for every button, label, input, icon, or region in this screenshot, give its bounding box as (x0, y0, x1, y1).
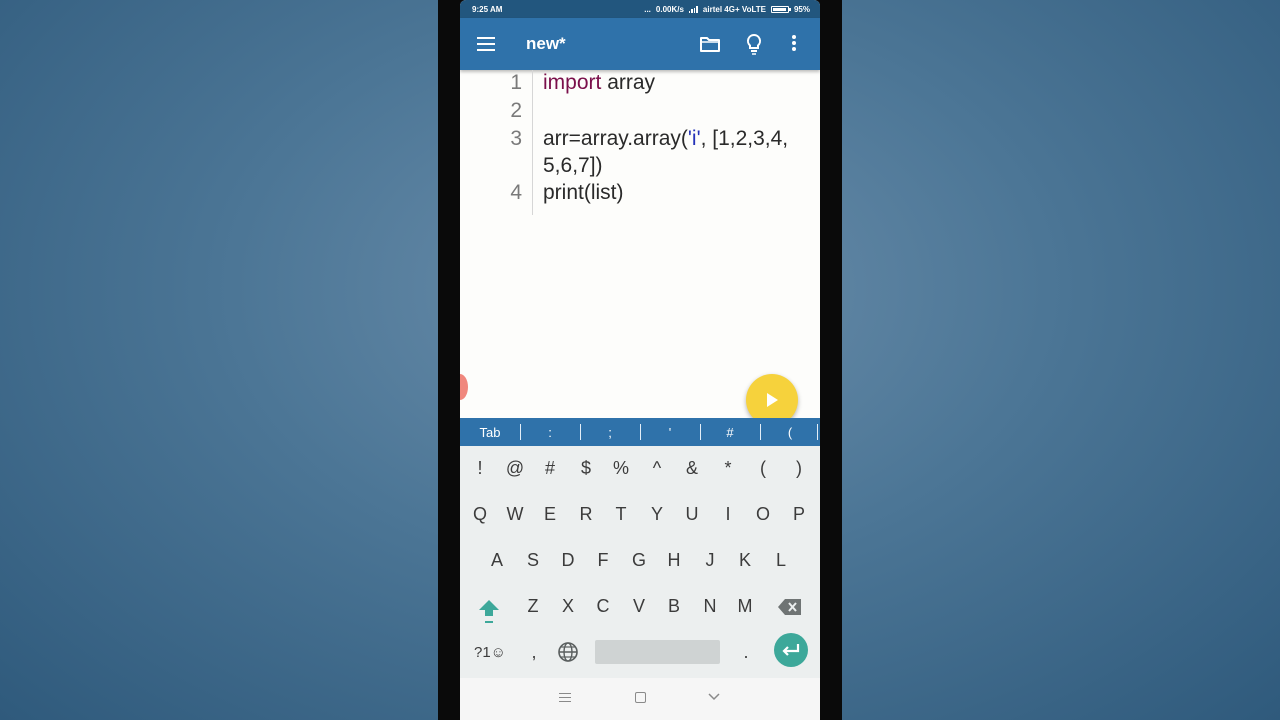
key[interactable]: $ (568, 448, 604, 488)
symbol-key-quote[interactable]: ' (640, 418, 700, 446)
back-chevron-icon[interactable] (707, 690, 721, 704)
file-title: new* (526, 34, 566, 53)
key[interactable]: & (674, 448, 710, 488)
backspace-icon[interactable] (777, 598, 803, 616)
period-key[interactable]: . (728, 632, 764, 672)
key[interactable]: Q (462, 494, 498, 534)
gutter-divider (532, 70, 533, 215)
globe-icon[interactable] (557, 641, 579, 663)
more-vertical-icon[interactable] (790, 35, 798, 53)
signal-icon (688, 5, 698, 13)
status-indicators: ... 0.00K/s airtel 4G+ VoLTE 95% (644, 5, 810, 14)
phone-screen: 9:25 AM ... 0.00K/s airtel 4G+ VoLTE 95%… (460, 0, 820, 720)
key[interactable]: R (568, 494, 604, 534)
line-number: 2 (510, 99, 522, 122)
hamburger-menu-icon[interactable] (477, 37, 495, 51)
key[interactable]: T (603, 494, 639, 534)
string-literal: 'i' (687, 127, 701, 150)
status-time: 9:25 AM (472, 4, 503, 14)
key[interactable]: @ (497, 448, 533, 488)
code-line-3-wrap[interactable]: 5,6,7]) (543, 154, 603, 178)
system-nav-bar (460, 678, 820, 720)
comma-key[interactable]: , (516, 632, 552, 672)
key[interactable]: N (692, 586, 728, 626)
symbol-bar: Tab : ; ' # ( (460, 418, 820, 446)
key[interactable]: Y (639, 494, 675, 534)
home-square-icon[interactable] (635, 692, 646, 703)
soft-keyboard: ! @ # $ % ^ & * ( ) Q W E R T Y U I O P … (460, 446, 820, 678)
play-icon (767, 393, 778, 407)
key[interactable]: G (621, 540, 657, 580)
symbol-key-tab[interactable]: Tab (460, 418, 520, 446)
key[interactable]: C (585, 586, 621, 626)
key[interactable]: B (656, 586, 692, 626)
keyword: import (543, 71, 602, 94)
code-editor[interactable]: 1 import array 2 3 arr=array.array('i', … (460, 70, 820, 418)
status-dots: ... (644, 4, 651, 14)
key[interactable]: E (532, 494, 568, 534)
key[interactable]: % (603, 448, 639, 488)
key[interactable]: D (550, 540, 586, 580)
code-line-3[interactable]: arr=array.array('i', [1,2,3,4, (543, 127, 788, 151)
key[interactable]: V (621, 586, 657, 626)
symbol-key-hash[interactable]: # (700, 418, 760, 446)
key[interactable]: ( (745, 448, 781, 488)
key[interactable]: * (710, 448, 746, 488)
key[interactable]: X (550, 586, 586, 626)
key[interactable]: ^ (639, 448, 675, 488)
key[interactable]: S (515, 540, 551, 580)
line-number: 4 (510, 181, 522, 204)
carrier-label: airtel 4G+ VoLTE (702, 4, 766, 14)
battery-icon (770, 5, 791, 13)
key[interactable]: M (727, 586, 763, 626)
key[interactable]: L (763, 540, 799, 580)
shift-arrow-icon[interactable] (476, 596, 502, 626)
key[interactable]: # (532, 448, 568, 488)
key[interactable]: K (727, 540, 763, 580)
battery-percent: 95% (793, 4, 810, 14)
enter-key[interactable] (774, 633, 808, 667)
symbol-key-semicolon[interactable]: ; (580, 418, 640, 446)
key[interactable]: I (710, 494, 746, 534)
code-text: arr=array.array( (543, 127, 688, 150)
symbols-key[interactable]: ?1☺ (470, 639, 510, 665)
network-speed: 0.00K/s (655, 4, 684, 14)
app-bar: new* (460, 18, 820, 70)
key[interactable]: W (497, 494, 533, 534)
symbol-key-colon[interactable]: : (520, 418, 580, 446)
status-bar: 9:25 AM ... 0.00K/s airtel 4G+ VoLTE 95% (460, 0, 820, 18)
key[interactable]: P (781, 494, 817, 534)
line-number: 3 (510, 127, 522, 150)
enter-arrow-icon (782, 644, 800, 656)
key[interactable]: ! (462, 448, 498, 488)
code-line-4[interactable]: print(list) (543, 181, 624, 205)
key[interactable]: U (674, 494, 710, 534)
lightbulb-icon[interactable] (745, 33, 763, 55)
code-text: array (601, 71, 656, 94)
code-text: , [1,2,3,4, (700, 127, 789, 150)
key[interactable]: O (745, 494, 781, 534)
key[interactable]: H (656, 540, 692, 580)
key[interactable]: A (479, 540, 515, 580)
recent-apps-icon[interactable] (559, 693, 571, 703)
line-number: 1 (510, 71, 522, 94)
key[interactable]: F (585, 540, 621, 580)
key[interactable]: ) (781, 448, 817, 488)
folder-icon[interactable] (700, 36, 720, 52)
key[interactable]: J (692, 540, 728, 580)
symbol-key-paren[interactable]: ( (760, 418, 820, 446)
space-bar[interactable] (595, 640, 720, 664)
code-line-1[interactable]: import array (543, 71, 655, 95)
key[interactable]: Z (515, 586, 551, 626)
